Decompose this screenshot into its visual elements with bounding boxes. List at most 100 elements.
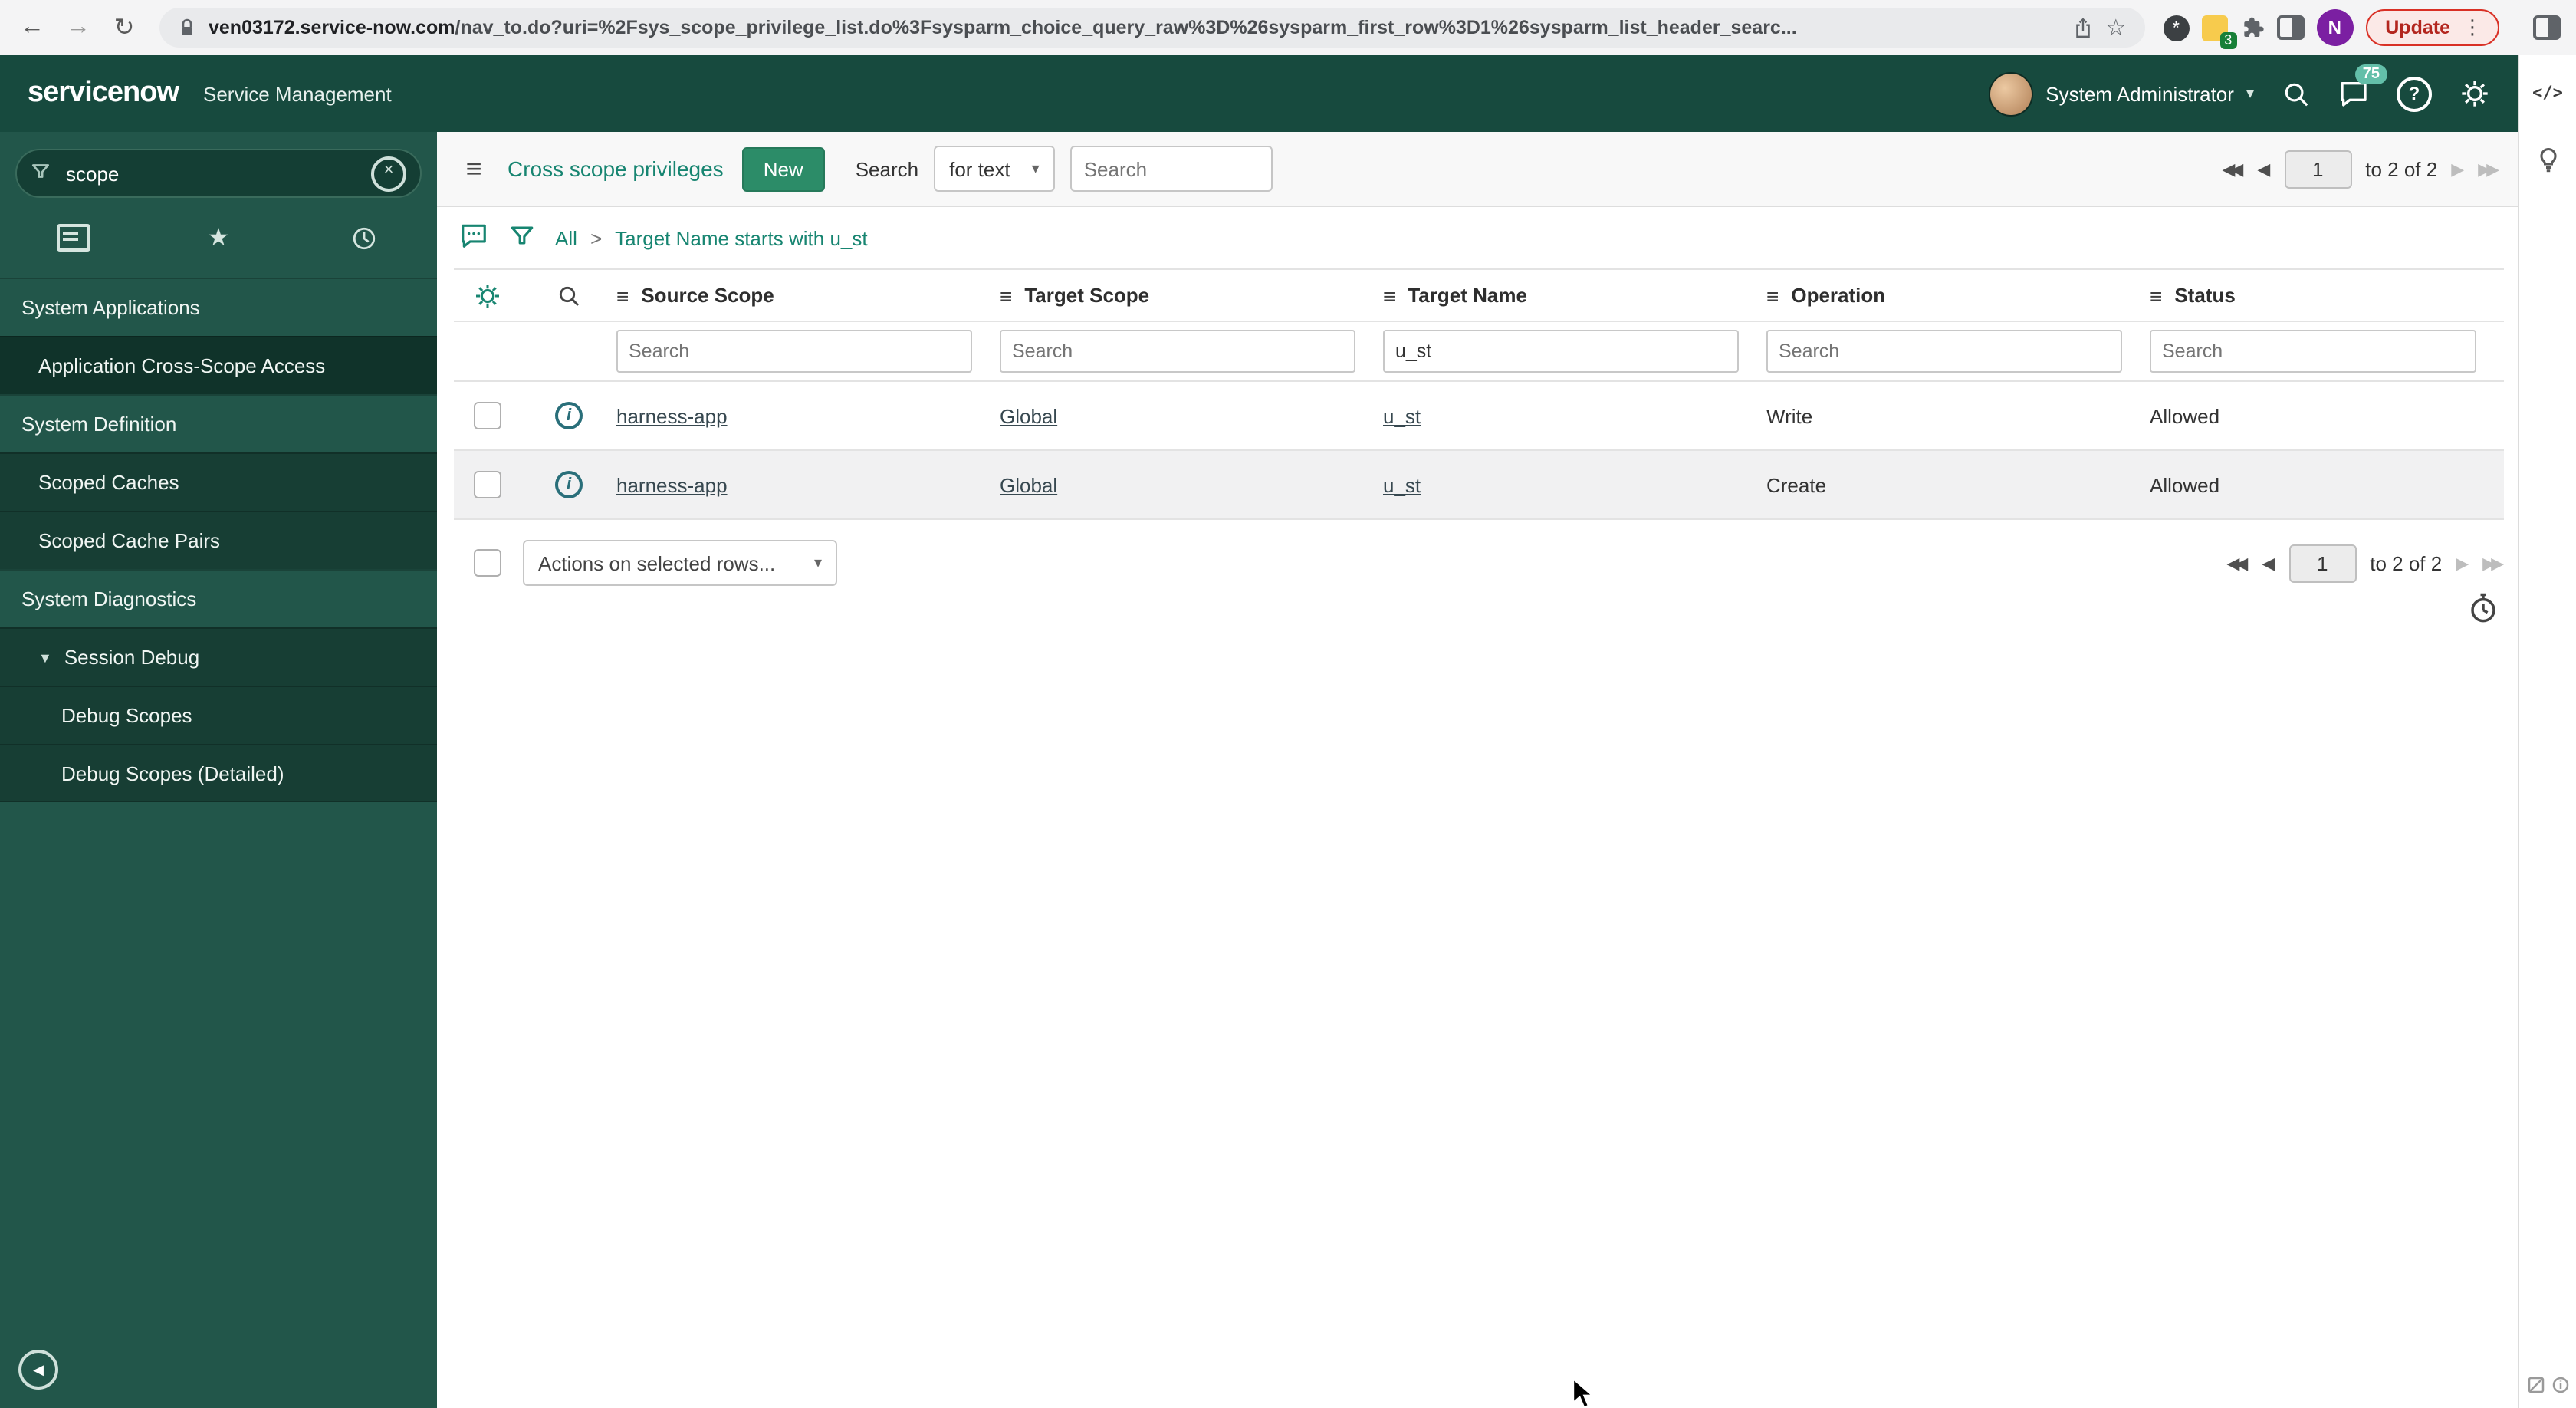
sidebar-item-system-applications[interactable]: System Applications	[0, 278, 437, 336]
next-page-button[interactable]: ▶	[2456, 553, 2469, 573]
list-context-menu-icon[interactable]: ≡	[455, 153, 492, 185]
record-info-icon[interactable]: i	[555, 471, 583, 498]
url-bar[interactable]: ven03172.service-now.com/nav_to.do?uri=%…	[159, 8, 2145, 48]
actions-select[interactable]: Actions on selected rows... ▾	[523, 540, 837, 586]
search-type-select[interactable]: for text ▾	[934, 146, 1055, 192]
info-corner-icon[interactable]	[2551, 1376, 2569, 1399]
chevron-down-icon: ▾	[1031, 160, 1040, 177]
browser-forward-button[interactable]: →	[61, 14, 95, 41]
next-page-button[interactable]: ▶	[2451, 159, 2464, 179]
sidebar-item-system-definition[interactable]: System Definition	[0, 394, 437, 452]
sidebar-item-debug-scopes[interactable]: Debug Scopes	[0, 686, 437, 744]
list-search-input[interactable]	[1070, 146, 1273, 192]
sidebar-item-scoped-caches[interactable]: Scoped Caches	[0, 452, 437, 511]
column-search-toggle-icon[interactable]	[521, 283, 616, 308]
sidebar-item-scoped-cache-pairs[interactable]: Scoped Cache Pairs	[0, 511, 437, 569]
first-page-button[interactable]: ◀◀	[2222, 159, 2243, 179]
page-input[interactable]	[2288, 544, 2357, 582]
side-panel-icon[interactable]	[2276, 15, 2305, 40]
share-icon[interactable]	[2073, 16, 2093, 39]
target-scope-link[interactable]: Global	[1000, 404, 1057, 427]
global-search-icon[interactable]	[2282, 79, 2311, 108]
filter-icon[interactable]	[509, 222, 535, 253]
sidebar-item-debug-scopes-detailed[interactable]: Debug Scopes (Detailed)	[0, 744, 437, 802]
help-icon[interactable]: ?	[2397, 76, 2432, 111]
bookmark-star-icon[interactable]: ☆	[2105, 14, 2126, 41]
clear-filter-icon[interactable]: ×	[371, 156, 406, 191]
list-personalize-gear-icon[interactable]	[454, 281, 521, 309]
code-panel-icon[interactable]: </>	[2532, 83, 2563, 103]
browser-profile-avatar[interactable]: N	[2316, 9, 2354, 46]
mouse-cursor	[1572, 1377, 1598, 1408]
servicenow-logo[interactable]: servicenow	[28, 77, 179, 110]
new-button[interactable]: New	[741, 146, 825, 191]
page-range-label: to 2 of 2	[2365, 157, 2438, 180]
target-name-link[interactable]: u_st	[1383, 404, 1421, 427]
first-page-button[interactable]: ◀◀	[2226, 553, 2248, 573]
filter-input-target-scope[interactable]	[1000, 330, 1355, 373]
column-header-operation[interactable]: ≡ Operation	[1766, 283, 2150, 308]
top-pager: ◀◀ ◀ to 2 of 2 ▶ ▶▶	[2222, 150, 2499, 188]
row-checkbox[interactable]	[474, 402, 501, 429]
browser-reload-button[interactable]: ↻	[107, 12, 141, 43]
user-avatar[interactable]	[1989, 71, 2034, 116]
last-page-button[interactable]: ▶▶	[2482, 553, 2504, 573]
response-time-icon[interactable]	[2467, 592, 2499, 629]
chevron-down-icon: ▾	[813, 554, 822, 571]
column-menu-icon[interactable]: ≡	[616, 283, 629, 308]
tab-all-applications[interactable]	[0, 224, 146, 252]
record-info-icon[interactable]: i	[555, 402, 583, 429]
site-lock-icon[interactable]	[178, 18, 196, 38]
previous-page-button[interactable]: ◀	[2262, 553, 2275, 573]
navigator-filter-input[interactable]	[63, 160, 359, 186]
list-title-link[interactable]: Cross scope privileges	[508, 156, 724, 181]
column-header-target-name[interactable]: ≡ Target Name	[1383, 283, 1766, 308]
update-button[interactable]: Update ⋮	[2365, 9, 2499, 46]
page-input[interactable]	[2284, 150, 2352, 188]
browser-back-button[interactable]: ←	[15, 14, 49, 41]
select-all-checkbox[interactable]	[474, 549, 501, 577]
breadcrumb-all-link[interactable]: All	[555, 226, 577, 249]
user-menu[interactable]: System Administrator ▾	[1989, 71, 2254, 116]
column-menu-icon[interactable]: ≡	[1766, 283, 1779, 308]
conversations-icon[interactable]: 75	[2338, 64, 2387, 109]
extension-notes-icon[interactable]: 3	[2201, 15, 2237, 48]
last-page-button[interactable]: ▶▶	[2478, 159, 2499, 179]
column-header-status[interactable]: ≡ Status	[2150, 283, 2504, 308]
star-icon: ★	[207, 225, 230, 252]
row-checkbox[interactable]	[474, 471, 501, 498]
browser-menu-icon[interactable]: ⋮	[2463, 15, 2482, 40]
column-header-source-scope[interactable]: ≡ Source Scope	[616, 283, 1000, 308]
settings-gear-icon[interactable]	[2459, 78, 2490, 109]
extension-pinwheel-icon[interactable]: *	[2163, 15, 2190, 41]
column-menu-icon[interactable]: ≡	[1383, 283, 1395, 308]
sidebar-item-session-debug[interactable]: ▼ Session Debug	[0, 627, 437, 686]
target-scope-link[interactable]: Global	[1000, 473, 1057, 496]
application-navigator: × ★ System Applications Application Cros…	[0, 132, 437, 1408]
column-header-target-scope[interactable]: ≡ Target Scope	[1000, 283, 1383, 308]
source-scope-link[interactable]: harness-app	[616, 473, 728, 496]
debug-lightbulb-icon[interactable]	[2534, 146, 2561, 178]
filter-input-source-scope[interactable]	[616, 330, 972, 373]
collapse-navigator-button[interactable]: ◀	[18, 1350, 58, 1390]
navigator-filter[interactable]: ×	[15, 149, 422, 198]
filter-input-status[interactable]	[2150, 330, 2476, 373]
source-scope-link[interactable]: harness-app	[616, 404, 728, 427]
column-menu-icon[interactable]: ≡	[1000, 283, 1012, 308]
tab-favorites[interactable]: ★	[146, 222, 291, 253]
tab-history[interactable]	[291, 225, 437, 251]
column-menu-icon[interactable]: ≡	[2150, 283, 2162, 308]
operation-cell: Create	[1766, 473, 1827, 496]
sidebar-item-application-cross-scope-access[interactable]: Application Cross-Scope Access	[0, 336, 437, 394]
target-name-link[interactable]: u_st	[1383, 473, 1421, 496]
activity-stream-icon[interactable]	[458, 221, 489, 255]
reading-list-panel-icon[interactable]	[2533, 15, 2561, 40]
breadcrumb-filter-link[interactable]: Target Name starts with u_st	[615, 226, 867, 249]
sidebar-item-system-diagnostics[interactable]: System Diagnostics	[0, 569, 437, 627]
filter-input-operation[interactable]	[1766, 330, 2122, 373]
previous-page-button[interactable]: ◀	[2257, 159, 2270, 179]
dock-icon[interactable]	[2526, 1376, 2545, 1399]
filter-input-target-name[interactable]	[1383, 330, 1739, 373]
servicenow-banner: servicenow Service Management System Adm…	[0, 55, 2518, 132]
extensions-puzzle-icon[interactable]	[2239, 15, 2264, 40]
